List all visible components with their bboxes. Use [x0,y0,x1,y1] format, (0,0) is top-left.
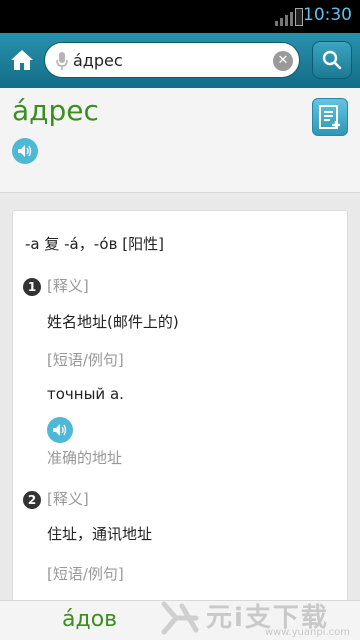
definition-label: [释义] [47,277,89,295]
definition-card: -а 复 -á，-óв [阳性] 1 [释义] 姓名地址(邮件上的) [短语/例… [12,210,348,610]
search-button[interactable] [312,41,352,79]
toolbar: ✕ [0,33,360,88]
home-button[interactable] [6,45,38,75]
status-bar: 10:30 [0,0,360,33]
signal-icon [275,12,293,26]
headword: áдрес [12,94,99,127]
add-to-wordbook-button[interactable] [312,98,348,136]
definition-label: [释义] [47,490,89,508]
clear-icon[interactable]: ✕ [273,51,293,71]
notebook-add-icon [319,105,340,129]
search-field[interactable]: ✕ [44,42,300,78]
example-speaker-icon[interactable] [47,417,73,443]
watermark-logo-icon [161,601,199,635]
definition-text: 姓名地址(邮件上的) [47,313,179,331]
sense-number: 2 [23,491,41,509]
search-input[interactable] [73,47,263,73]
previous-word-link[interactable]: áдов [62,607,117,632]
example-translation: 准确的地址 [47,449,123,467]
sense-number: 1 [23,278,41,296]
examples-label: [短语/例句] [47,565,124,583]
pronunciation-speaker-icon[interactable] [12,138,38,164]
status-time: 10:30 [303,5,352,25]
example-sentence: точный а. [47,385,124,403]
microphone-icon[interactable] [55,51,69,71]
search-icon [322,50,342,70]
battery-icon [295,8,303,26]
watermark: 元i支下载 www.yuanpi.com [160,598,356,638]
bottom-navigation: áдов 元i支下载 www.yuanpi.com [0,600,360,640]
grammar-info: -а 复 -á，-óв [阳性] [25,235,164,253]
home-icon [11,50,33,70]
examples-label: [短语/例句] [47,351,124,369]
definition-text: 住址，通讯地址 [47,525,153,543]
watermark-url: www.yuanpi.com [264,627,350,638]
headword-header: áдрес [0,88,360,193]
